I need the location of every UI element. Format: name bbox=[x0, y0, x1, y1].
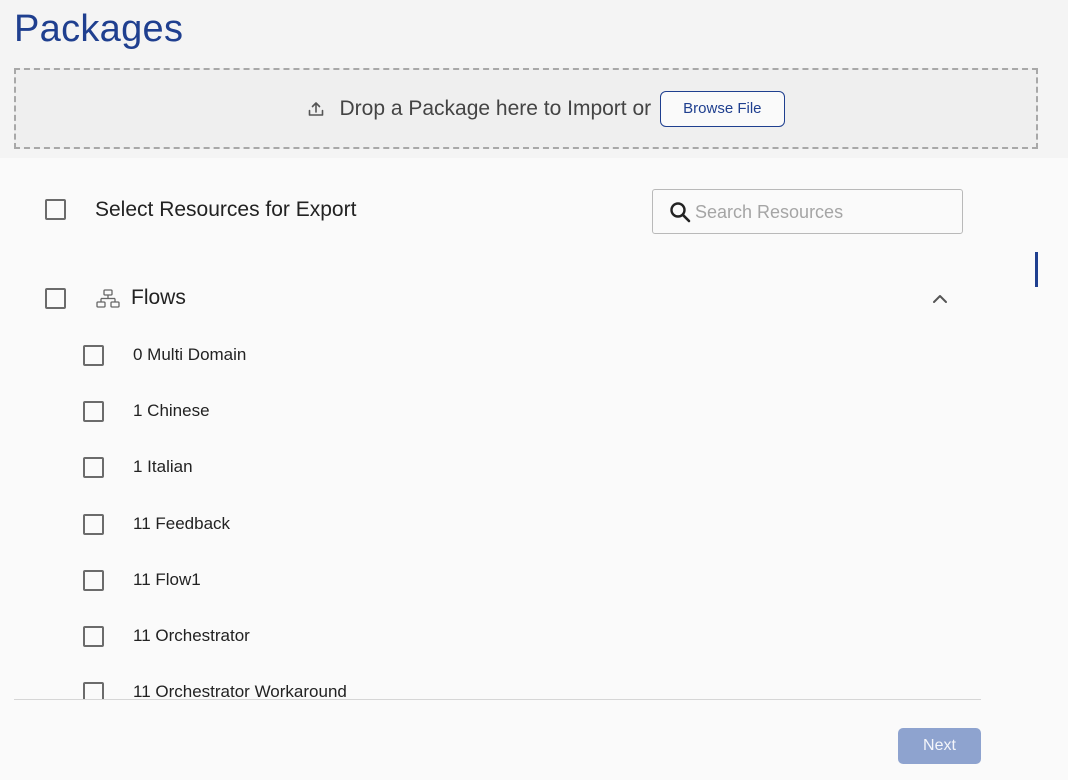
item-checkbox[interactable] bbox=[83, 682, 104, 699]
flow-icon bbox=[96, 289, 120, 308]
scrollbar-thumb[interactable] bbox=[1035, 252, 1038, 287]
browse-file-button[interactable]: Browse File bbox=[660, 90, 785, 127]
item-label: 1 Italian bbox=[133, 457, 193, 476]
flows-list: 0 Multi Domain 1 Chinese 1 Italian 11 Fe… bbox=[0, 333, 1068, 699]
item-label: 11 Orchestrator Workaround bbox=[133, 682, 347, 699]
item-label: 11 Feedback bbox=[133, 514, 231, 533]
item-label: 0 Multi Domain bbox=[133, 345, 247, 364]
next-button[interactable]: Next bbox=[898, 728, 981, 764]
item-checkbox[interactable] bbox=[83, 626, 104, 647]
export-panel: Select Resources for Export Flows 0 Mult… bbox=[0, 158, 1068, 780]
item-label: 1 Chinese bbox=[133, 401, 210, 420]
flows-section-checkbox[interactable] bbox=[45, 288, 66, 309]
item-checkbox[interactable] bbox=[83, 457, 104, 478]
footer-divider bbox=[14, 699, 981, 700]
search-resources-box[interactable] bbox=[652, 189, 963, 234]
select-all-checkbox[interactable] bbox=[45, 199, 66, 220]
select-all-label: Select Resources for Export bbox=[95, 198, 357, 221]
chevron-up-icon[interactable] bbox=[930, 292, 950, 306]
search-input[interactable] bbox=[695, 198, 950, 226]
search-icon bbox=[670, 202, 691, 223]
item-checkbox[interactable] bbox=[83, 570, 104, 591]
upload-icon bbox=[309, 101, 324, 116]
item-checkbox[interactable] bbox=[83, 514, 104, 535]
dropzone-text: Drop a Package here to Import or bbox=[339, 96, 652, 120]
item-label: 11 Flow1 bbox=[133, 570, 201, 589]
item-checkbox[interactable] bbox=[83, 345, 104, 366]
page-title: Packages bbox=[14, 8, 184, 50]
package-dropzone[interactable]: Drop a Package here to Import or Browse … bbox=[14, 68, 1038, 149]
flows-section-label: Flows bbox=[131, 286, 186, 309]
item-label: 11 Orchestrator bbox=[133, 626, 250, 645]
item-checkbox[interactable] bbox=[83, 401, 104, 422]
